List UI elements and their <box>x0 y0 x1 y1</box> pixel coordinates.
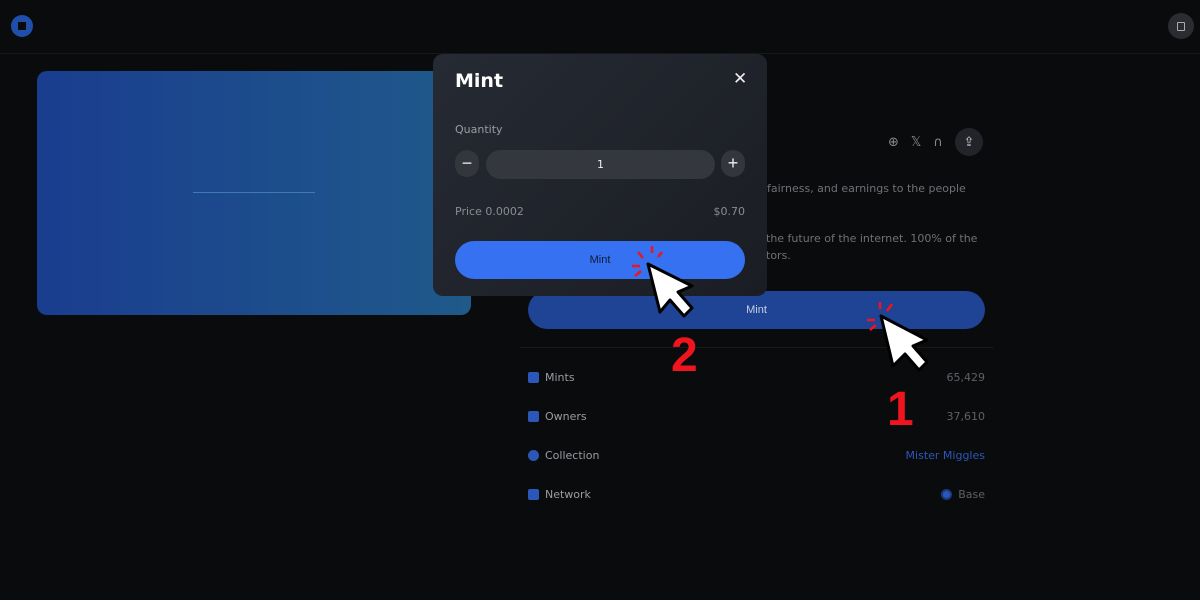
modal-title: Mint <box>455 70 504 92</box>
collection-link[interactable]: Mister Miggles <box>906 449 985 462</box>
wallet-icon[interactable] <box>1168 13 1194 39</box>
app-logo-icon[interactable] <box>11 15 33 37</box>
network-icon <box>528 489 539 500</box>
globe-icon[interactable]: ⊕ <box>888 135 899 150</box>
base-logo-icon <box>941 489 953 500</box>
shield-star-icon <box>528 372 539 383</box>
stat-row-owners: Owners 37,610 <box>528 410 985 423</box>
x-icon[interactable]: 𝕏 <box>911 135 921 150</box>
collection-icon <box>528 450 539 461</box>
price-label: Price 0.0002 <box>455 205 524 218</box>
nft-artwork <box>37 71 471 315</box>
description-line: the future of the internet. 100% of the <box>766 232 978 245</box>
close-icon[interactable]: ✕ <box>733 69 747 89</box>
stat-label: Owners <box>545 410 587 423</box>
quantity-input[interactable] <box>486 150 715 179</box>
share-icon[interactable]: ⇪ <box>954 128 983 156</box>
stat-label: Collection <box>545 449 600 462</box>
stat-row-network: Network Base <box>528 488 985 501</box>
cursor-click-annotation-2 <box>632 246 694 318</box>
stat-value: Base <box>958 488 985 501</box>
description-line: , fairness, and earnings to the people <box>760 182 966 195</box>
decrement-button[interactable]: − <box>455 150 479 177</box>
stat-value: 37,610 <box>946 410 986 423</box>
stat-row-collection: Collection Mister Miggles <box>528 449 985 462</box>
stat-label: Mints <box>545 371 575 384</box>
increment-button[interactable]: + <box>721 150 745 177</box>
description-line: tors. <box>766 249 791 262</box>
people-icon <box>528 411 539 422</box>
quantity-label: Quantity <box>455 123 503 136</box>
stat-value: 65,429 <box>946 371 986 384</box>
step-number-2: 2 <box>671 329 698 382</box>
social-links: ⊕ 𝕏 ∩ ⇪ <box>888 128 983 156</box>
stat-label: Network <box>545 488 591 501</box>
opensea-arch-icon[interactable]: ∩ <box>933 135 943 150</box>
step-number-1: 1 <box>887 383 914 436</box>
cursor-click-annotation-1 <box>867 302 929 372</box>
mint-modal: Mint ✕ Quantity − + Price 0.0002 $0.70 M… <box>433 54 767 296</box>
price-usd: $0.70 <box>713 205 746 218</box>
top-bar <box>0 0 1200 54</box>
